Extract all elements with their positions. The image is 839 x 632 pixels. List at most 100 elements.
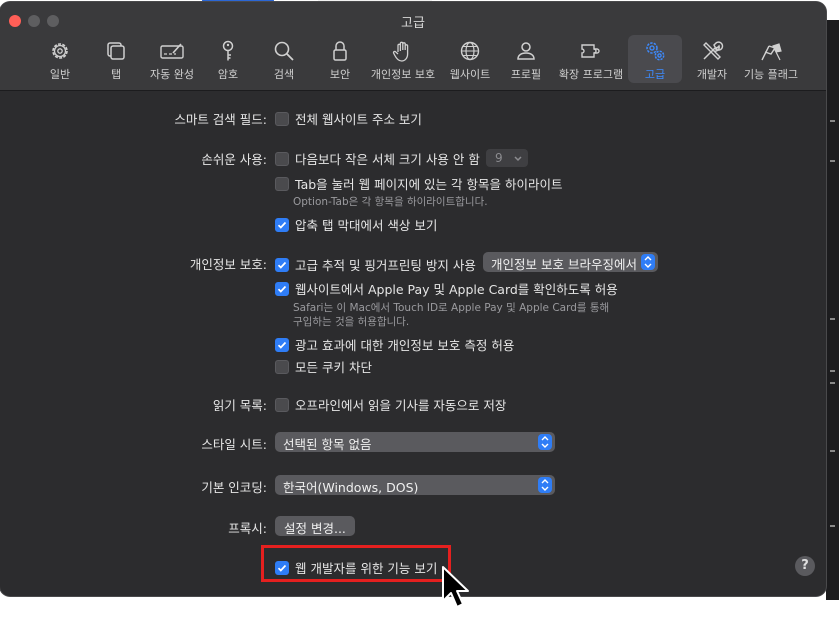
apple-pay-text: 웹사이트에서 Apple Pay 및 Apple Card를 확인하도록 허용 xyxy=(295,282,618,297)
lock-icon xyxy=(333,41,347,61)
tab-label: 기능 플래그 xyxy=(743,68,799,81)
tab-passwords[interactable]: 암호 xyxy=(212,35,244,83)
offline-save-row[interactable]: 오프라인에서 읽을 기사를 자동으로 저장 xyxy=(275,395,506,414)
select-arrows-icon xyxy=(641,254,655,270)
tools-icon xyxy=(703,41,724,60)
change-proxy-button[interactable]: 설정 변경... xyxy=(275,516,355,536)
show-full-address-checkbox[interactable] xyxy=(275,111,289,126)
tab-search[interactable]: 검색 xyxy=(266,35,302,83)
window-title: 고급 xyxy=(401,16,425,31)
chevron-down-icon xyxy=(514,156,522,162)
offline-save-checkbox[interactable] xyxy=(275,397,289,412)
apple-pay-note-1: Safari는 이 Mac에서 Touch ID로 Apple Pay 및 Ap… xyxy=(293,302,610,314)
help-button[interactable]: ? xyxy=(795,556,815,576)
tab-label: 고급 xyxy=(644,68,666,81)
search-icon xyxy=(274,41,294,61)
tab-label: 자동 완성 xyxy=(150,68,194,81)
encoding-label: 기본 인코딩: xyxy=(201,480,267,495)
encoding-select[interactable]: 한국어(Windows, DOS) xyxy=(275,475,555,495)
tab-label: 웹사이트 xyxy=(449,68,491,81)
fingerprint-text: 고급 추적 및 핑거프린팅 방지 사용 xyxy=(295,258,476,273)
tab-label: 일반 xyxy=(49,68,71,81)
puzzle-icon xyxy=(581,44,600,58)
min-font-checkbox[interactable] xyxy=(275,151,289,166)
compact-color-text: 압축 탭 막대에서 색상 보기 xyxy=(295,218,438,233)
checkmark-icon xyxy=(277,341,287,349)
tab-tabs[interactable]: 탭 xyxy=(96,35,136,83)
tab-label: 확장 프로그램 xyxy=(558,68,624,81)
block-cookies-row[interactable]: 모든 쿠키 차단 xyxy=(275,357,372,376)
tab-label: 보안 xyxy=(329,68,351,81)
globe-icon xyxy=(460,41,480,61)
tabs-icon xyxy=(107,42,125,60)
apple-pay-row[interactable]: 웹사이트에서 Apple Pay 및 Apple Card를 확인하도록 허용 xyxy=(275,279,618,298)
smart-search-label: 스마트 검색 필드: xyxy=(174,112,267,127)
tab-autofill[interactable]: 자동 완성 xyxy=(146,35,198,83)
min-font-size-select[interactable]: 9 xyxy=(486,149,528,167)
select-arrows-icon xyxy=(538,477,552,493)
reading-list-label: 읽기 목록: xyxy=(212,398,267,413)
tab-privacy[interactable]: 개인정보 보호 xyxy=(370,35,436,83)
tab-profiles[interactable]: 프로필 xyxy=(506,35,546,83)
compact-color-row[interactable]: 압축 탭 막대에서 색상 보기 xyxy=(275,215,437,234)
tab-label: 탭 xyxy=(110,68,122,81)
background-window-edge xyxy=(826,20,839,600)
tab-label: 개발자 xyxy=(696,68,728,81)
min-font-row[interactable]: 다음보다 작은 서체 크기 사용 안 함 xyxy=(275,149,480,168)
tab-label: 개인정보 보호 xyxy=(370,68,436,81)
stylesheet-select[interactable]: 선택된 항목 없음 xyxy=(275,432,555,452)
ad-measure-checkbox[interactable] xyxy=(275,337,289,352)
tab-label: 프로필 xyxy=(510,68,542,81)
key-icon xyxy=(222,40,234,61)
tab-security[interactable]: 보안 xyxy=(322,35,358,83)
titlebar: 고급 일반 탭 자동 완성 암호 검색 보안 개인정보 보호 웹사이트 프로필 … xyxy=(0,2,826,91)
accessibility-label: 손쉬운 사용: xyxy=(201,152,267,167)
block-cookies-checkbox[interactable] xyxy=(275,359,289,374)
block-cookies-text: 모든 쿠키 차단 xyxy=(295,360,372,375)
tab-highlight-note: Option-Tab은 각 항목을 하이라이트합니다. xyxy=(293,196,488,208)
highlight-annotation-box xyxy=(261,545,451,582)
checkmark-icon xyxy=(277,285,287,293)
checkmark-icon xyxy=(277,221,287,229)
show-full-address-row[interactable]: 전체 웹사이트 주소 보기 xyxy=(275,109,422,128)
tab-label: 암호 xyxy=(217,68,239,81)
gear-icon xyxy=(52,43,68,59)
fingerprint-mode-select[interactable]: 개인정보 보호 브라우징에서 xyxy=(483,252,658,272)
apple-pay-note-2: 구입하는 것을 허용합니다. xyxy=(293,316,410,328)
offline-save-text: 오프라인에서 읽을 기사를 자동으로 저장 xyxy=(295,398,507,413)
min-font-size-value: 9 xyxy=(495,151,503,165)
apple-pay-checkbox[interactable] xyxy=(275,281,289,296)
autofill-icon xyxy=(160,43,184,59)
advanced-settings-pane: 스마트 검색 필드: 전체 웹사이트 주소 보기 손쉬운 사용: 다음보다 작은… xyxy=(0,91,826,596)
tab-advanced[interactable]: 고급 xyxy=(628,35,682,83)
encoding-value: 한국어(Windows, DOS) xyxy=(283,480,419,495)
stylesheet-label: 스타일 시트: xyxy=(201,437,267,452)
show-full-address-text: 전체 웹사이트 주소 보기 xyxy=(295,112,422,127)
person-icon xyxy=(517,42,535,60)
tab-websites[interactable]: 웹사이트 xyxy=(448,35,492,83)
tab-feature-flags[interactable]: 기능 플래그 xyxy=(740,35,802,83)
preferences-toolbar: 일반 탭 자동 완성 암호 검색 보안 개인정보 보호 웹사이트 프로필 확장 … xyxy=(40,35,810,83)
tab-general[interactable]: 일반 xyxy=(40,35,80,83)
proxy-label: 프록시: xyxy=(228,521,267,536)
compact-color-checkbox[interactable] xyxy=(275,217,289,232)
ad-measure-text: 광고 효과에 대한 개인정보 보호 측정 허용 xyxy=(295,338,515,353)
ad-measure-row[interactable]: 광고 효과에 대한 개인정보 보호 측정 허용 xyxy=(275,335,514,354)
fingerprint-row[interactable]: 고급 추적 및 핑거프린팅 방지 사용 xyxy=(275,255,476,274)
hand-icon xyxy=(392,41,409,62)
tab-highlight-checkbox[interactable] xyxy=(275,176,289,191)
tab-label: 검색 xyxy=(273,68,295,81)
gears-icon xyxy=(646,42,665,61)
tab-extensions[interactable]: 확장 프로그램 xyxy=(558,35,624,83)
fingerprint-checkbox[interactable] xyxy=(275,257,289,272)
tab-highlight-text: Tab을 눌러 웹 페이지에 있는 각 항목을 하이라이트 xyxy=(295,177,563,192)
preferences-window: 고급 일반 탭 자동 완성 암호 검색 보안 개인정보 보호 웹사이트 프로필 … xyxy=(0,2,826,596)
tab-developer[interactable]: 개발자 xyxy=(692,35,732,83)
privacy-label: 개인정보 보호: xyxy=(189,257,267,272)
min-font-text: 다음보다 작은 서체 크기 사용 안 함 xyxy=(295,152,480,167)
flags-icon xyxy=(761,43,782,61)
stylesheet-value: 선택된 항목 없음 xyxy=(283,437,372,452)
select-arrows-icon xyxy=(538,434,552,450)
tab-highlight-row[interactable]: Tab을 눌러 웹 페이지에 있는 각 항목을 하이라이트 xyxy=(275,174,562,193)
fingerprint-mode-value: 개인정보 보호 브라우징에서 xyxy=(491,257,637,272)
